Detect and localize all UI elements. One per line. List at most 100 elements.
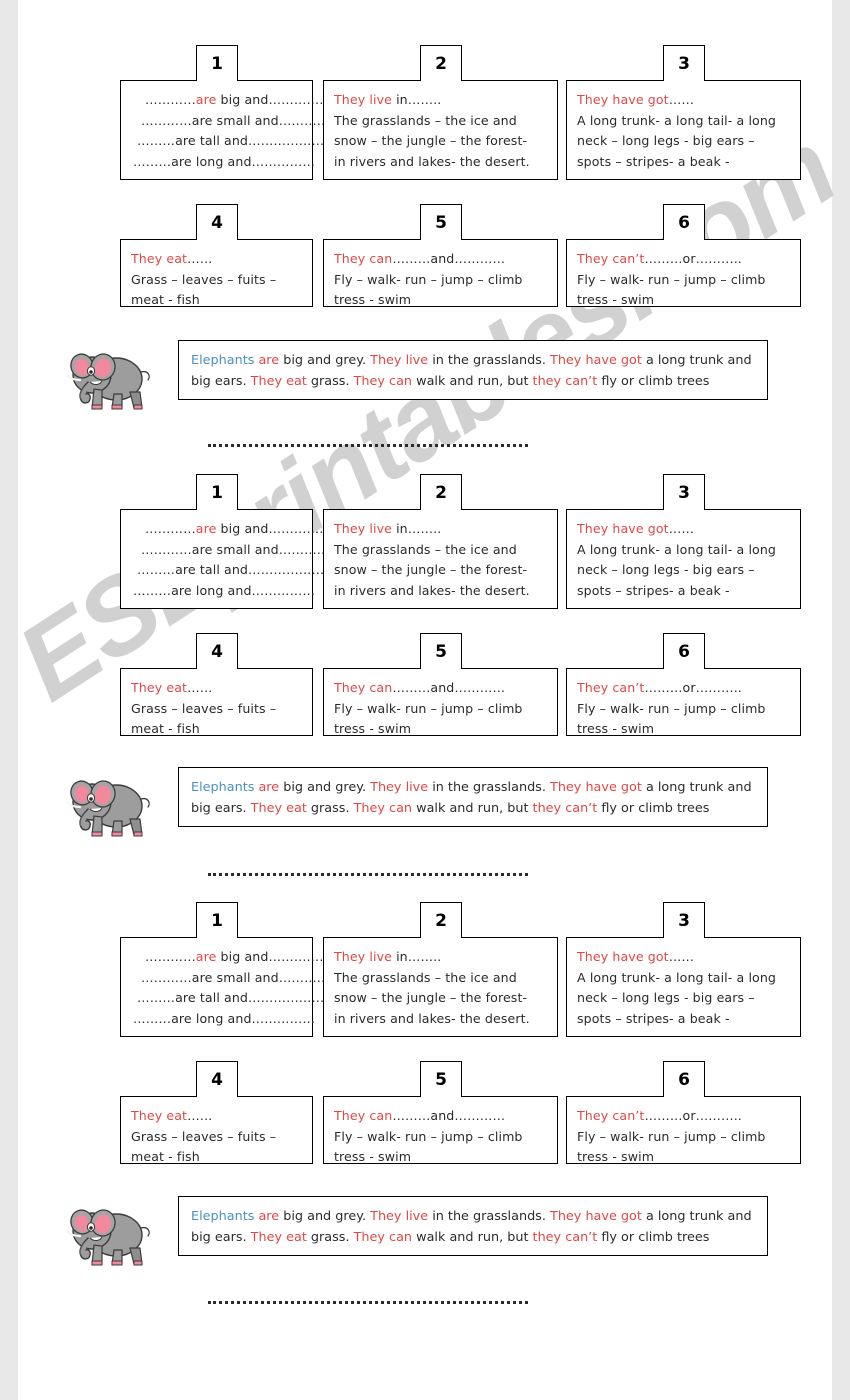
card-line-text: ……… bbox=[133, 1010, 172, 1026]
card-option-line: tress - swim bbox=[334, 1149, 412, 1164]
card-line-text: tall and……………… bbox=[195, 133, 325, 148]
target-structure: they can’t bbox=[532, 801, 598, 816]
card-number-tab: 5 bbox=[420, 204, 462, 240]
card-line: …………are big and……………… bbox=[131, 90, 345, 111]
card-option-line: tress - swim bbox=[334, 721, 412, 736]
prompt-keyword: They eat bbox=[131, 680, 188, 695]
prompt-keyword: are bbox=[195, 949, 217, 964]
card-option-line: snow – the jungle – the forest- bbox=[334, 990, 528, 1005]
card-number-tab: 4 bbox=[196, 1061, 238, 1097]
card-line-text: are bbox=[171, 1010, 192, 1026]
target-structure: They can bbox=[353, 1230, 413, 1245]
card-option-line: meat - fish bbox=[131, 721, 200, 736]
card-body: …………are big and……………… …………are small and……… bbox=[120, 937, 345, 1037]
card-line-text: ………… bbox=[145, 949, 196, 964]
target-structure: They can bbox=[353, 801, 413, 816]
model-answer-line: Elephants are big and grey. They live in… bbox=[191, 777, 755, 798]
card-option-line: neck – long legs - big ears – bbox=[577, 990, 755, 1005]
card-number-tab: 2 bbox=[420, 902, 462, 938]
prompt-blank: …… bbox=[187, 680, 213, 695]
prompt-blank: …… bbox=[668, 521, 695, 536]
card-header-line: They can………and………… bbox=[334, 249, 547, 270]
model-answer-text: walk and run, but bbox=[412, 801, 533, 816]
target-structure: They live bbox=[370, 1209, 429, 1224]
card-body: They live in…….. The grasslands – the ice… bbox=[323, 80, 558, 180]
card-body: They live in…….. The grasslands – the ice… bbox=[323, 937, 558, 1037]
card-body: …………are big and……………… …………are small and……… bbox=[120, 509, 345, 609]
prompt-keyword: They can bbox=[334, 1108, 393, 1123]
card-header-line: They have got…… bbox=[577, 90, 790, 111]
prompt-card-5: 5 They can………and………… Fly – walk- run – jum… bbox=[323, 1061, 558, 1164]
card-line-text: ………… bbox=[141, 969, 192, 985]
card-option-line: snow – the jungle – the forest- bbox=[334, 133, 528, 148]
model-answer-text: in the grasslands. bbox=[428, 1209, 550, 1224]
card-option-line: Fly – walk- run – jump – climb bbox=[334, 271, 523, 287]
card-option-line: neck – long legs - big ears – bbox=[577, 133, 755, 148]
model-answer-text: fly or climb trees bbox=[597, 374, 710, 389]
model-answer-text: big ears. bbox=[191, 374, 251, 389]
card-body: They can’t………or……….. Fly – walk- run – ju… bbox=[566, 239, 801, 307]
card-body: They live in…….. The grasslands – the ice… bbox=[323, 509, 558, 609]
prompt-card-1: 1 …………are big and……………… …………are small and…… bbox=[120, 474, 345, 609]
card-number-tab: 3 bbox=[663, 902, 705, 938]
card-option-line: in rivers and lakes- the desert. bbox=[334, 1010, 530, 1026]
card-line: ………are tall and……………… bbox=[131, 131, 324, 152]
prompt-keyword: They can bbox=[334, 680, 393, 695]
prompt-blank: ………and………… bbox=[392, 680, 506, 695]
model-answer-text: walk and run, but bbox=[412, 374, 533, 389]
card-number-tab: 3 bbox=[663, 45, 705, 81]
model-answer-line: big ears. They eat grass. They can walk … bbox=[191, 371, 755, 392]
card-number-tab: 4 bbox=[196, 633, 238, 669]
model-answer-text: big ears. bbox=[191, 1230, 251, 1245]
model-answer-text: a long trunk and bbox=[641, 780, 752, 795]
prompt-blank: ………and………… bbox=[392, 1108, 506, 1123]
card-body: They eat…… Grass – leaves – fuits – meat -… bbox=[120, 239, 313, 307]
card-header-line: They can’t………or……….. bbox=[577, 1106, 790, 1127]
prompt-blank: ………or……….. bbox=[644, 251, 742, 266]
prompt-card-3: 3 They have got…… A long trunk- a long tai… bbox=[566, 45, 801, 180]
card-option-line: Fly – walk- run – jump – climb bbox=[577, 700, 766, 716]
model-answer-text: big ears. bbox=[191, 801, 251, 816]
prompt-card-5: 5 They can………and………… Fly – walk- run – jum… bbox=[323, 633, 558, 736]
prompt-card-2: 2 They live in…….. The grasslands – the ic… bbox=[323, 902, 558, 1037]
card-line-text: long and…………… bbox=[191, 1010, 316, 1026]
card-line: …………are big and……………… bbox=[131, 947, 345, 968]
prompt-blank: ………and………… bbox=[392, 251, 506, 266]
card-line-text: tall and……………… bbox=[195, 990, 325, 1005]
card-body: They have got…… A long trunk- a long tail… bbox=[566, 937, 801, 1037]
elephant-icon bbox=[62, 769, 154, 843]
card-body: They can………and………… Fly – walk- run – jump… bbox=[323, 239, 558, 307]
card-option-line: neck – long legs - big ears – bbox=[577, 562, 755, 577]
prompt-card-1: 1 …………are big and……………… …………are small and…… bbox=[120, 902, 345, 1037]
card-line-text: tall and……………… bbox=[195, 562, 325, 577]
model-answer-text: grass. bbox=[306, 374, 354, 389]
card-body: …………are big and……………… …………are small and……… bbox=[120, 80, 345, 180]
card-option-line: Grass – leaves – fuits – bbox=[131, 271, 277, 287]
model-answer-text: walk and run, but bbox=[412, 1230, 533, 1245]
card-number-tab: 6 bbox=[663, 1061, 705, 1097]
card-option-line: snow – the jungle – the forest- bbox=[334, 562, 528, 577]
card-option-line: tress - swim bbox=[577, 292, 655, 307]
target-structure: They have got bbox=[550, 780, 642, 795]
model-answer-text: big and grey. bbox=[279, 780, 371, 795]
prompt-blank: …… bbox=[668, 949, 695, 964]
card-header-line: They eat…… bbox=[131, 1106, 302, 1127]
card-line: ………are long and…………… bbox=[131, 1009, 315, 1030]
card-number-tab: 5 bbox=[420, 633, 462, 669]
cut-line bbox=[208, 440, 528, 447]
card-header-line: They can’t………or……….. bbox=[577, 249, 790, 270]
prompt-blank: …… bbox=[187, 1108, 213, 1123]
card-number-tab: 6 bbox=[663, 204, 705, 240]
card-body: They eat…… Grass – leaves – fuits – meat -… bbox=[120, 668, 313, 736]
model-answer-line: Elephants are big and grey. They live in… bbox=[191, 350, 755, 371]
card-line-text: ……… bbox=[133, 582, 172, 598]
card-line-text: ……… bbox=[137, 562, 176, 577]
model-answer-text: fly or climb trees bbox=[597, 1230, 710, 1245]
card-header-line: They can………and………… bbox=[334, 1106, 547, 1127]
prompt-keyword: are bbox=[195, 521, 217, 536]
model-answer-text: a long trunk and bbox=[641, 353, 752, 368]
prompt-blank: …… bbox=[187, 251, 213, 266]
card-number-tab: 1 bbox=[196, 902, 238, 938]
prompt-keyword: They live bbox=[334, 92, 392, 107]
target-structure: are bbox=[258, 353, 280, 368]
